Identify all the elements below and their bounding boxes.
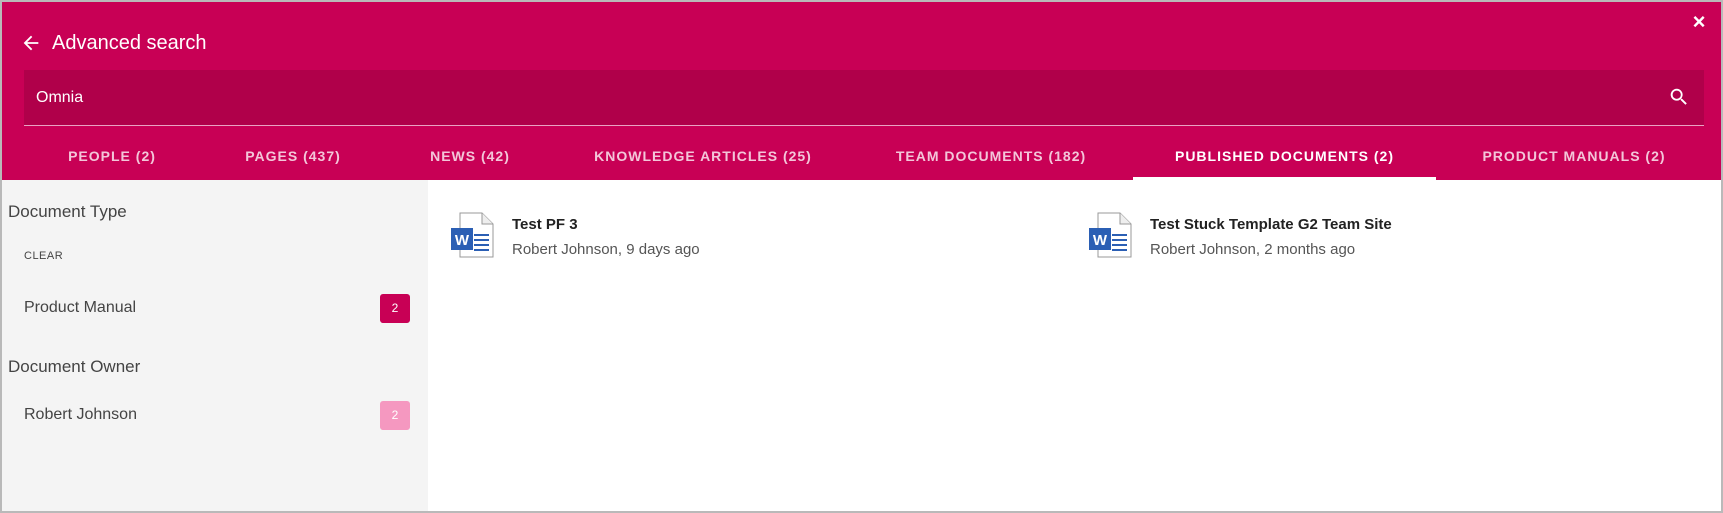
result-item[interactable]: W Test PF 3 Robert Johnson, 9 days ago (450, 210, 1010, 260)
tab-published-documents[interactable]: PUBLISHED DOCUMENTS (2) (1133, 138, 1436, 180)
clear-filter-link[interactable]: CLEAR (24, 250, 63, 262)
results-list: W Test PF 3 Robert Johnson, 9 days ago W… (428, 180, 1721, 511)
facet-item-label: Product Manual (24, 299, 137, 316)
title-row: Advanced search (20, 30, 207, 56)
count-badge: 2 (380, 293, 410, 323)
result-item[interactable]: W Test Stuck Template G2 Team Site Rober… (1088, 210, 1648, 260)
search-icon[interactable] (1668, 86, 1690, 108)
tab-product-manuals[interactable]: PRODUCT MANUALS (2) (1456, 138, 1692, 180)
result-title[interactable]: Test PF 3 (512, 216, 578, 233)
facet-title-document-type: Document Type (8, 202, 127, 221)
facet-item-robert-johnson[interactable]: Robert Johnson 2 (24, 400, 410, 430)
tab-knowledge-articles[interactable]: KNOWLEDGE ARTICLES (25) (570, 138, 836, 180)
svg-text:W: W (455, 232, 470, 249)
result-title[interactable]: Test Stuck Template G2 Team Site (1150, 216, 1392, 233)
facet-item-label: Robert Johnson (24, 406, 137, 423)
svg-text:W: W (1093, 232, 1108, 249)
result-meta: Robert Johnson, 9 days ago (512, 241, 700, 258)
search-box (24, 70, 1704, 126)
tab-pages[interactable]: PAGES (437) (214, 138, 372, 180)
header: × Advanced search PEOPLE (2) PAGES (437)… (2, 2, 1721, 180)
result-tabs: PEOPLE (2) PAGES (437) NEWS (42) KNOWLED… (2, 138, 1721, 180)
tab-people[interactable]: PEOPLE (2) (36, 138, 188, 180)
result-meta: Robert Johnson, 2 months ago (1150, 241, 1356, 258)
facet-title-document-owner: Document Owner (8, 357, 141, 376)
filter-sidebar: Document Type CLEAR Product Manual 2 Doc… (2, 180, 428, 511)
facet-item-product-manual[interactable]: Product Manual 2 (24, 293, 410, 323)
advanced-search-panel: × Advanced search PEOPLE (2) PAGES (437)… (0, 0, 1723, 513)
tab-team-documents[interactable]: TEAM DOCUMENTS (182) (866, 138, 1116, 180)
tab-news[interactable]: NEWS (42) (398, 138, 542, 180)
close-icon: × (1692, 9, 1706, 34)
word-document-icon: W (451, 212, 494, 258)
word-document-icon: W (1089, 212, 1132, 258)
page-title: Advanced search (52, 31, 207, 54)
arrow-left-icon[interactable] (20, 32, 42, 54)
search-input[interactable] (36, 84, 1596, 112)
count-badge: 2 (380, 400, 410, 430)
close-button[interactable]: × (1689, 9, 1709, 34)
